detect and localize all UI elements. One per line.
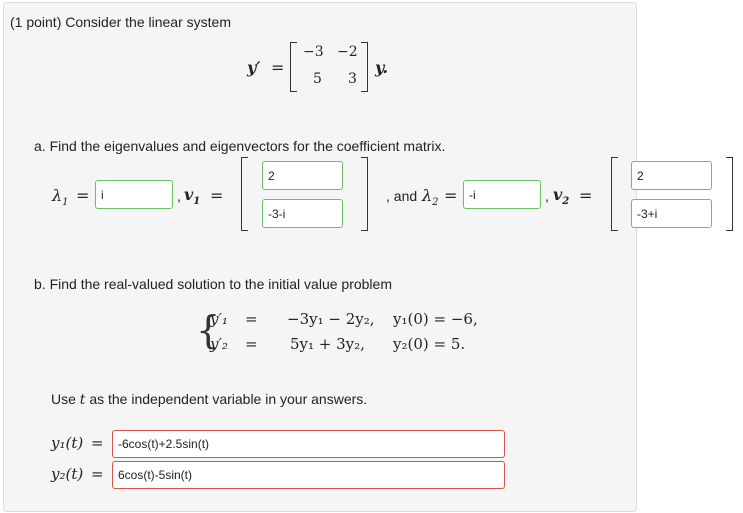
matrix-right-bracket: [361, 42, 368, 92]
v2-left-bracket: [611, 157, 618, 231]
v2-component-2-input[interactable]: -3+i: [631, 199, 712, 228]
system-equals: =: [271, 58, 285, 77]
ivp-eq2-rhs: 5y₁ + 3y₂,: [290, 335, 365, 353]
comma-1: ,: [177, 188, 181, 204]
and-text: , and: [386, 188, 418, 204]
y2-label: y₂(t): [51, 465, 84, 483]
comma-2: ,: [545, 188, 549, 204]
lambda2-equals: =: [444, 186, 458, 205]
v2-label: v2: [553, 185, 570, 208]
part-a-prompt: a. Find the eigenvalues and eigenvectors…: [34, 138, 446, 154]
ivp-ic2: y₂(0) = 5.: [393, 335, 466, 353]
y1-equals: =: [91, 434, 104, 452]
system-lhs: y′: [247, 58, 261, 77]
matrix-cell-21: 5: [313, 71, 322, 87]
v2-equals: =: [579, 186, 593, 205]
v2-right-bracket: [726, 157, 733, 231]
matrix-cell-12: −2: [337, 44, 358, 60]
system-rhs: y.: [375, 58, 389, 77]
v1-component-2-input[interactable]: -3-i: [262, 199, 343, 228]
ivp-eq2-equals: =: [245, 335, 258, 353]
matrix-cell-11: −3: [303, 44, 324, 60]
lambda2-label: λ2: [422, 186, 439, 209]
v2-component-1-input[interactable]: 2: [631, 161, 712, 190]
use-t-instruction: Use t as the independent variable in you…: [51, 391, 368, 408]
ivp-eq1-equals: =: [245, 310, 258, 328]
v1-right-bracket: [361, 157, 368, 231]
y1-input[interactable]: -6cos(t)+2.5sin(t): [112, 430, 505, 458]
problem-header: (1 point) Consider the linear system: [10, 14, 231, 30]
ivp-eq1-rhs: −3y₁ − 2y₂,: [287, 310, 375, 328]
ivp-eq2-lhs: y′₂: [210, 335, 228, 353]
lambda2-input[interactable]: -i: [463, 180, 541, 209]
part-b-prompt: b. Find the real-valued solution to the …: [34, 276, 392, 292]
v1-component-1-input[interactable]: 2: [262, 161, 343, 190]
v1-label: v1: [184, 185, 201, 208]
ivp-ic1: y₁(0) = −6,: [393, 310, 478, 328]
v1-equals: =: [210, 186, 224, 205]
y2-equals: =: [91, 465, 104, 483]
lambda1-equals: =: [76, 186, 90, 205]
ivp-eq1-lhs: y′₁: [210, 310, 228, 328]
lambda1-label: λ1: [52, 186, 69, 209]
v1-left-bracket: [241, 157, 248, 231]
lambda1-input[interactable]: i: [95, 180, 173, 209]
matrix-cell-22: 3: [348, 71, 357, 87]
y2-input[interactable]: 6cos(t)-5sin(t): [112, 461, 505, 489]
y1-label: y₁(t): [51, 434, 84, 452]
matrix-left-bracket: [290, 42, 297, 92]
